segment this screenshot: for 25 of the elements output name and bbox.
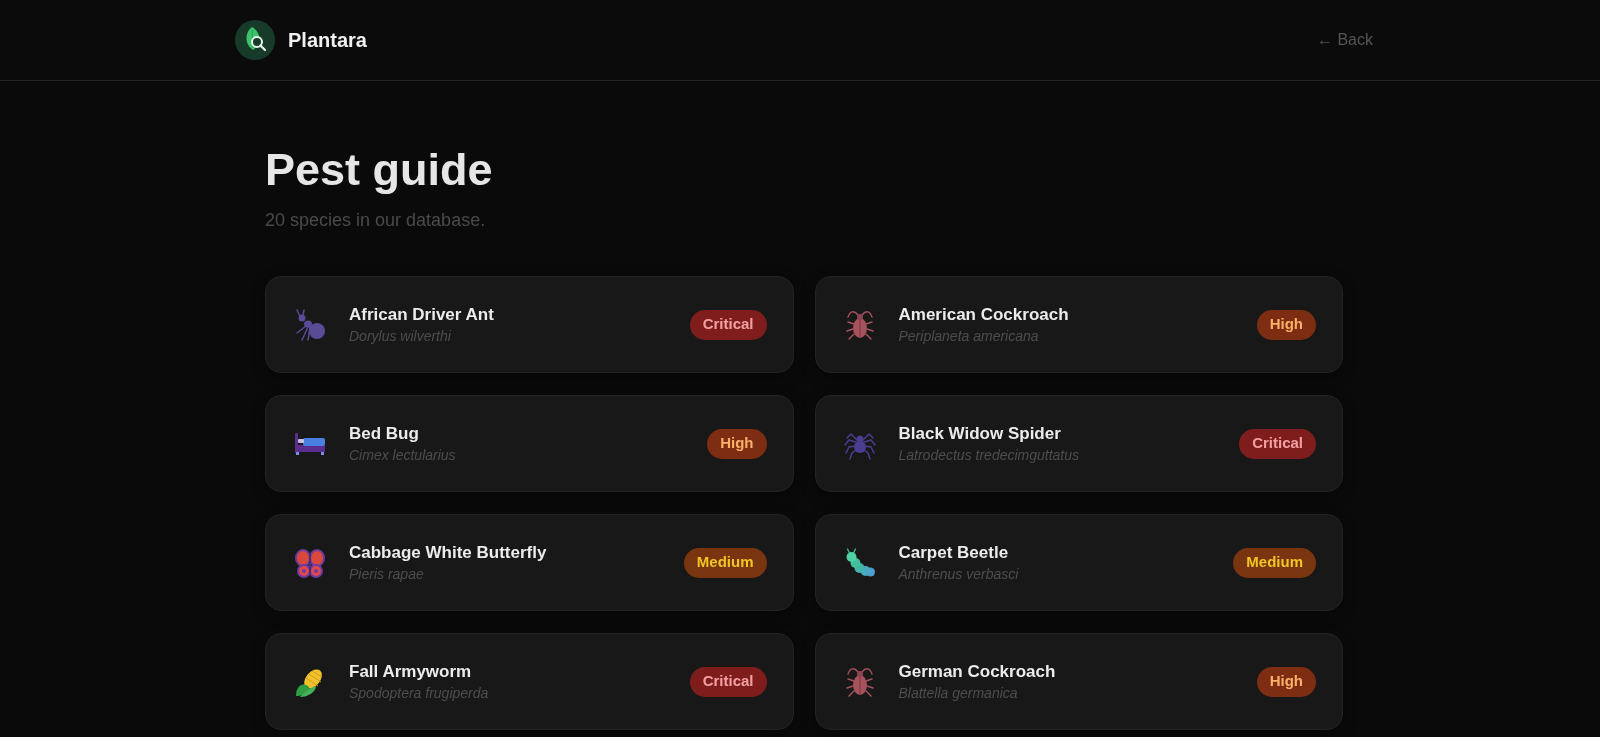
severity-badge: Critical <box>689 666 767 697</box>
severity-badge: Medium <box>1233 547 1316 578</box>
bed-icon <box>294 431 326 456</box>
severity-badge: Critical <box>1239 428 1316 459</box>
severity-badge: Critical <box>689 309 767 340</box>
pest-name: African Driver Ant <box>349 303 495 326</box>
pest-name: Fall Armyworm <box>349 660 473 683</box>
cockroach-icon <box>843 665 876 698</box>
severity-badge: High <box>1256 666 1316 697</box>
ant-icon <box>294 308 326 341</box>
leaf-magnifier-icon <box>235 20 275 60</box>
butterfly-icon <box>294 546 326 579</box>
severity-badge: Medium <box>683 547 767 578</box>
pest-name: German Cockroach <box>898 660 1057 683</box>
pest-name: Bed Bug <box>349 422 420 445</box>
pest-name: Carpet Beetle <box>898 541 1010 564</box>
severity-badge: High <box>707 428 767 459</box>
pest-name: Cabbage White Butterfly <box>349 541 548 564</box>
pest-name: American Cockroach <box>898 303 1070 326</box>
page-title: Pest guide <box>265 143 494 197</box>
cockroach-icon <box>843 308 876 341</box>
pest-name: Black Widow Spider <box>898 422 1062 445</box>
brand-name[interactable]: Plantara <box>288 25 367 55</box>
severity-badge: High <box>1256 309 1316 340</box>
page-subtitle: 20 species in our database. <box>265 209 487 232</box>
